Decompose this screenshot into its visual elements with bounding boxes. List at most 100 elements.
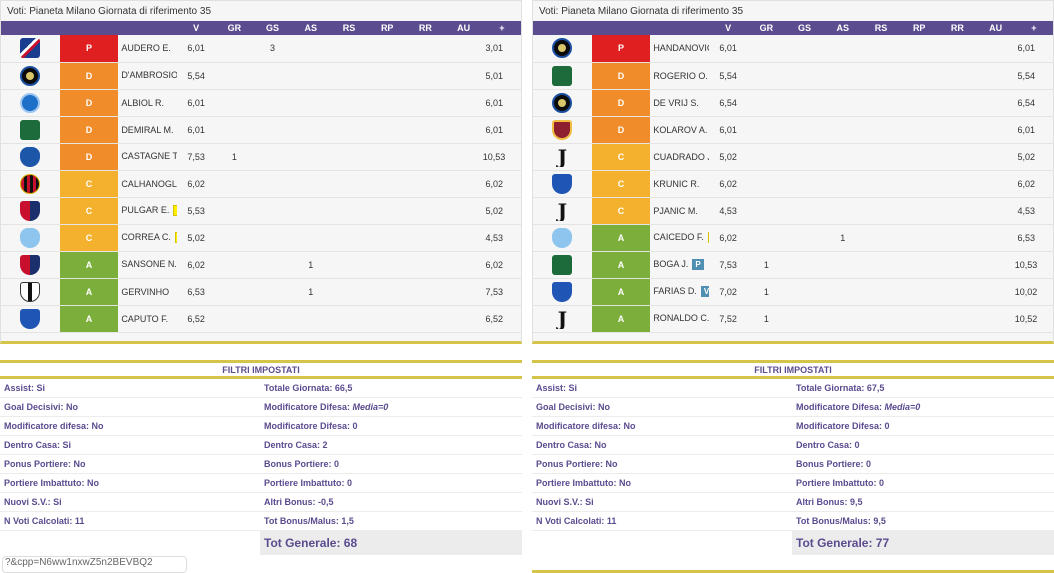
filter-right: Totale Giornata: 67,5	[792, 379, 1052, 397]
player-name[interactable]: AUDERO E.	[121, 43, 171, 53]
player-name[interactable]: HANDANOVIC S.	[653, 43, 709, 53]
stat-plus: 6,02	[482, 170, 521, 198]
column-header: GS	[785, 21, 824, 35]
votes-header: V GR GS AS RS RP RR AU +	[1, 21, 521, 35]
stat-plus: 6,52	[482, 305, 521, 333]
team-logo-cell	[533, 251, 592, 279]
stat-rr	[938, 62, 977, 90]
stat-plus: 6,54	[1014, 89, 1053, 117]
role-badge: A	[59, 278, 119, 306]
stat-rp	[900, 224, 939, 252]
stat-rs	[329, 224, 369, 252]
player-name[interactable]: CALHANOGLU H.	[121, 179, 177, 189]
player-name[interactable]: BOGA J.	[653, 259, 688, 269]
filter-right-italic: Media=0	[884, 402, 921, 412]
player-name-cell: RONALDO C.P	[650, 305, 709, 333]
player-name[interactable]: ROGERIO O.	[653, 71, 708, 81]
player-row: J ARONALDO C.P7,521 10,52	[533, 305, 1053, 333]
stat-au	[444, 224, 483, 252]
votes-title: Voti: Pianeta Milano Giornata di riferim…	[1, 1, 521, 21]
votes-body: PHANDANOVIC S.6,016,01DROGERIO O.5,545,5…	[533, 35, 1053, 333]
stat-au	[976, 197, 1015, 225]
stat-plus: 4,53	[1014, 197, 1053, 225]
stat-as: 1	[291, 251, 330, 279]
player-name[interactable]: CORREA C.	[121, 232, 171, 242]
player-row: D ROGERIO O. 5,54 5,54	[533, 62, 1053, 90]
stat-gs	[785, 62, 824, 90]
stat-gr	[215, 278, 254, 306]
role-badge: P	[59, 35, 119, 63]
column-header: GS	[253, 21, 292, 35]
stat-rr	[406, 224, 445, 252]
filter-right-text: Dentro Casa: 2	[264, 440, 328, 450]
filter-row: Nuovi S.V.: Si Altri Bonus: 9,5	[532, 493, 1054, 512]
player-name-cell: AUDERO E.	[118, 35, 177, 63]
team-logo-cell	[533, 224, 592, 252]
player-name[interactable]: GERVINHO	[121, 287, 169, 297]
stat-gr	[215, 251, 254, 279]
stat-as: 1	[291, 278, 330, 306]
stat-rs	[329, 170, 369, 198]
stat-gr: 1	[747, 305, 786, 333]
filter-left: Modificatore difesa: No	[536, 421, 636, 431]
filter-row: Goal Decisivi: No Modificatore Difesa: Me…	[532, 398, 1054, 417]
player-name[interactable]: KOLAROV A.	[653, 125, 707, 135]
player-name[interactable]: CAPUTO F.	[121, 314, 168, 324]
team-logo-cell	[1, 35, 60, 63]
player-name[interactable]: RONALDO C.	[653, 313, 709, 323]
player-name[interactable]: SANSONE N.	[121, 259, 177, 269]
stat-as	[291, 116, 330, 144]
player-name[interactable]: CUADRADO J.	[653, 152, 709, 162]
team-logo-cell: J	[533, 197, 592, 225]
role-badge: A	[59, 251, 119, 279]
stat-gr	[215, 62, 254, 90]
player-name[interactable]: DE VRIJ S.	[653, 98, 699, 108]
filter-left: Portiere Imbattuto: No	[4, 478, 100, 488]
stat-v: 6,02	[177, 251, 216, 279]
filters-box: FILTRI IMPOSTATI Assist: Si Totale Giorna…	[532, 360, 1054, 555]
filter-right-text: Modificatore Difesa:	[796, 402, 885, 412]
player-name[interactable]: DEMIRAL M.	[121, 125, 173, 135]
player-name-cell: ROGERIO O.	[650, 62, 709, 90]
stat-rp	[368, 62, 407, 90]
player-name[interactable]: D'AMBROSIO D.	[121, 70, 177, 80]
stat-rr	[938, 89, 977, 117]
stat-rp	[368, 170, 407, 198]
stat-rs	[861, 197, 901, 225]
role-badge: C	[59, 170, 119, 198]
player-name[interactable]: CASTAGNE T.	[121, 151, 177, 161]
filter-row: Ponus Portiere: No Bonus Portiere: 0	[0, 455, 522, 474]
role-badge: C	[591, 143, 651, 171]
player-name[interactable]: CAICEDO F.	[653, 232, 704, 242]
stat-gr	[747, 143, 786, 171]
stat-gs	[253, 197, 292, 225]
stat-v: 6,53	[177, 278, 216, 306]
filter-right: Modificatore Difesa: 0	[792, 417, 1052, 435]
player-name[interactable]: PJANIC M.	[653, 206, 698, 216]
team-logo-cell	[533, 35, 592, 63]
team-logo-cell	[1, 89, 60, 117]
stat-plus: 10,02	[1014, 278, 1053, 306]
player-name[interactable]: FARIAS D.	[653, 286, 697, 296]
role-badge: C	[591, 170, 651, 198]
player-name[interactable]: PULGAR E.	[121, 205, 169, 215]
player-row: C PULGAR E. 5,53 5,02	[1, 197, 521, 225]
player-name-cell: DEMIRAL M.	[118, 116, 177, 144]
stat-as	[291, 224, 330, 252]
player-name[interactable]: ALBIOL R.	[121, 98, 164, 108]
stat-rr	[406, 89, 445, 117]
player-name-cell: KRUNIC R.	[650, 170, 709, 198]
stat-rr	[938, 35, 977, 63]
empoli-logo	[552, 281, 573, 302]
player-name-cell: PULGAR E.	[118, 197, 177, 225]
filter-row: Assist: Si Totale Giornata: 66,5	[0, 379, 522, 398]
team-logo-cell	[1, 143, 60, 171]
votes-body: PAUDERO E.6,0133,01DD'AMBROSIO D.5,545,0…	[1, 35, 521, 333]
filter-right-text: Totale Giornata: 66,5	[264, 383, 353, 393]
stat-rs	[329, 89, 369, 117]
url-input-fragment[interactable]: ?&cpp=N6ww1nxwZ5n2BEVBQ2	[2, 556, 187, 573]
column-header: V	[177, 21, 216, 35]
player-name[interactable]: KRUNIC R.	[653, 179, 699, 189]
juventus-logo: J	[557, 308, 568, 329]
stat-as	[291, 197, 330, 225]
